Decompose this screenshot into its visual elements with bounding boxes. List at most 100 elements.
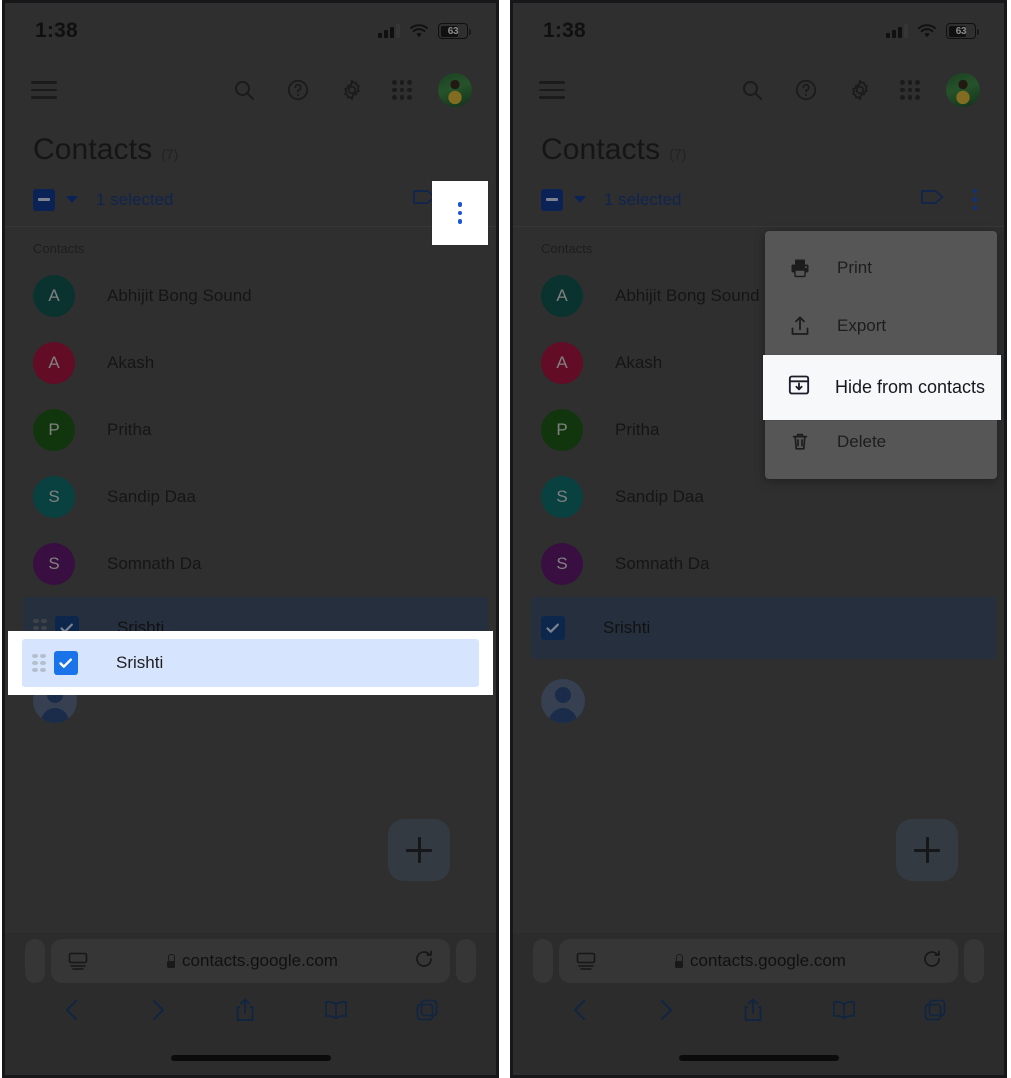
- checkbox-checked-icon[interactable]: [541, 616, 565, 640]
- google-apps-grid-icon[interactable]: [392, 80, 412, 100]
- status-bar: 1:38 63: [5, 3, 496, 59]
- home-indicator: [5, 1041, 496, 1075]
- help-circle-icon[interactable]: [792, 76, 820, 104]
- app-screen-right: 1:38 63 Contacts (7) 1 selected Contacts…: [513, 3, 1004, 1075]
- url-bar-right-stub: [456, 939, 476, 983]
- selection-toolbar: 1 selected: [5, 173, 496, 227]
- avatar: A: [541, 341, 583, 384]
- reload-icon[interactable]: [414, 949, 434, 974]
- selection-toolbar: 1 selected: [513, 173, 1004, 227]
- gear-icon[interactable]: [338, 76, 366, 104]
- list-item[interactable]: P Pritha: [5, 396, 496, 463]
- chevron-down-icon[interactable]: [574, 196, 586, 203]
- placeholder-row: [513, 659, 1004, 723]
- back-chevron-icon[interactable]: [569, 997, 591, 1028]
- drag-handle-dots-icon[interactable]: [32, 654, 46, 672]
- contact-name: Abhijit Bong Sound: [615, 285, 760, 305]
- contact-name: Pritha: [615, 419, 660, 439]
- highlight-hide-from-contacts-item[interactable]: Hide from contacts: [763, 355, 1001, 420]
- list-item[interactable]: S Sandip Daa: [5, 463, 496, 530]
- back-chevron-icon[interactable]: [61, 997, 83, 1028]
- account-avatar[interactable]: [946, 73, 980, 107]
- share-icon[interactable]: [233, 996, 257, 1029]
- search-icon[interactable]: [230, 76, 258, 104]
- avatar: P: [33, 408, 75, 451]
- url-text: contacts.google.com: [690, 951, 846, 970]
- archive-box-down-icon: [787, 373, 811, 402]
- highlight-selected-contact-row[interactable]: Srishti: [8, 631, 493, 695]
- account-avatar[interactable]: [438, 73, 472, 107]
- gear-icon[interactable]: [846, 76, 874, 104]
- add-contact-fab[interactable]: [896, 819, 958, 881]
- bookmarks-book-icon[interactable]: [322, 998, 350, 1027]
- list-item[interactable]: A Abhijit Bong Sound: [5, 262, 496, 329]
- browser-bottom-bar: contacts.google.com: [5, 933, 496, 1075]
- battery-level: 63: [447, 25, 459, 37]
- google-apps-grid-icon[interactable]: [900, 80, 920, 100]
- battery-level: 63: [955, 25, 967, 37]
- selected-count-label: 1 selected: [604, 189, 682, 209]
- avatar: A: [33, 274, 75, 317]
- menu-item-print[interactable]: Print: [765, 239, 997, 297]
- url-text-wrap: contacts.google.com: [597, 951, 922, 971]
- share-icon[interactable]: [741, 996, 765, 1029]
- list-section-header: Contacts: [33, 241, 85, 256]
- search-icon[interactable]: [738, 76, 766, 104]
- selected-row-inner[interactable]: Srishti: [22, 639, 479, 687]
- avatar: S: [33, 542, 75, 585]
- contacts-count: (7): [161, 146, 179, 162]
- more-vert-icon[interactable]: [449, 196, 471, 230]
- phone-screenshot-left: 1:38 63 Contacts (7) 1 selected Contacts…: [2, 0, 499, 1078]
- tabs-icon[interactable]: [414, 997, 440, 1028]
- label-tag-icon[interactable]: [920, 187, 946, 212]
- hamburger-menu-icon[interactable]: [539, 76, 565, 103]
- url-text-wrap: contacts.google.com: [89, 951, 414, 971]
- select-all-checkbox[interactable]: [33, 188, 55, 211]
- app-bar: [5, 59, 496, 121]
- menu-item-label: Delete: [837, 432, 887, 451]
- url-text: contacts.google.com: [182, 951, 338, 970]
- avatar: A: [33, 341, 75, 384]
- more-vert-icon[interactable]: [964, 183, 986, 217]
- app-bar: [513, 59, 1004, 121]
- forward-chevron-icon[interactable]: [147, 997, 169, 1028]
- lock-icon: [165, 954, 176, 968]
- page-title-row: Contacts (7): [5, 121, 496, 173]
- checkbox-checked-icon[interactable]: [54, 651, 78, 675]
- selected-contact-name: Srishti: [603, 618, 651, 637]
- trash-icon: [787, 431, 813, 453]
- cellular-signal-icon: [886, 24, 908, 38]
- chevron-down-icon[interactable]: [66, 196, 78, 203]
- avatar: S: [541, 475, 583, 518]
- help-circle-icon[interactable]: [284, 76, 312, 104]
- phone-screenshot-right: 1:38 63 Contacts (7) 1 selected Contacts…: [510, 0, 1007, 1078]
- url-bar[interactable]: contacts.google.com: [559, 939, 958, 983]
- list-item[interactable]: S Somnath Da: [5, 530, 496, 597]
- select-all-checkbox[interactable]: [541, 188, 563, 211]
- highlight-more-menu-button[interactable]: [432, 181, 488, 245]
- wifi-icon: [409, 23, 429, 39]
- status-icons: 63: [378, 23, 471, 39]
- list-item-selected[interactable]: Srishti: [531, 597, 996, 659]
- browser-bottom-bar: contacts.google.com: [513, 933, 1004, 1075]
- list-item[interactable]: A Akash: [5, 329, 496, 396]
- list-item[interactable]: S Somnath Da: [513, 530, 1004, 597]
- add-contact-fab[interactable]: [388, 819, 450, 881]
- menu-item-delete[interactable]: Delete: [765, 413, 997, 471]
- forward-chevron-icon[interactable]: [655, 997, 677, 1028]
- url-bar[interactable]: contacts.google.com: [51, 939, 450, 983]
- reload-icon[interactable]: [922, 949, 942, 974]
- reader-view-icon[interactable]: [67, 951, 89, 971]
- hamburger-menu-icon[interactable]: [31, 76, 57, 103]
- tabs-icon[interactable]: [922, 997, 948, 1028]
- contact-name: Somnath Da: [107, 553, 202, 573]
- export-upload-icon: [787, 315, 813, 337]
- contact-name: Sandip Daa: [615, 486, 704, 506]
- status-icons: 63: [886, 23, 979, 39]
- contact-name: Akash: [615, 352, 663, 372]
- reader-view-icon[interactable]: [575, 951, 597, 971]
- url-bar-left-stub: [25, 939, 45, 983]
- menu-item-export[interactable]: Export: [765, 297, 997, 355]
- bookmarks-book-icon[interactable]: [830, 998, 858, 1027]
- cellular-signal-icon: [378, 24, 400, 38]
